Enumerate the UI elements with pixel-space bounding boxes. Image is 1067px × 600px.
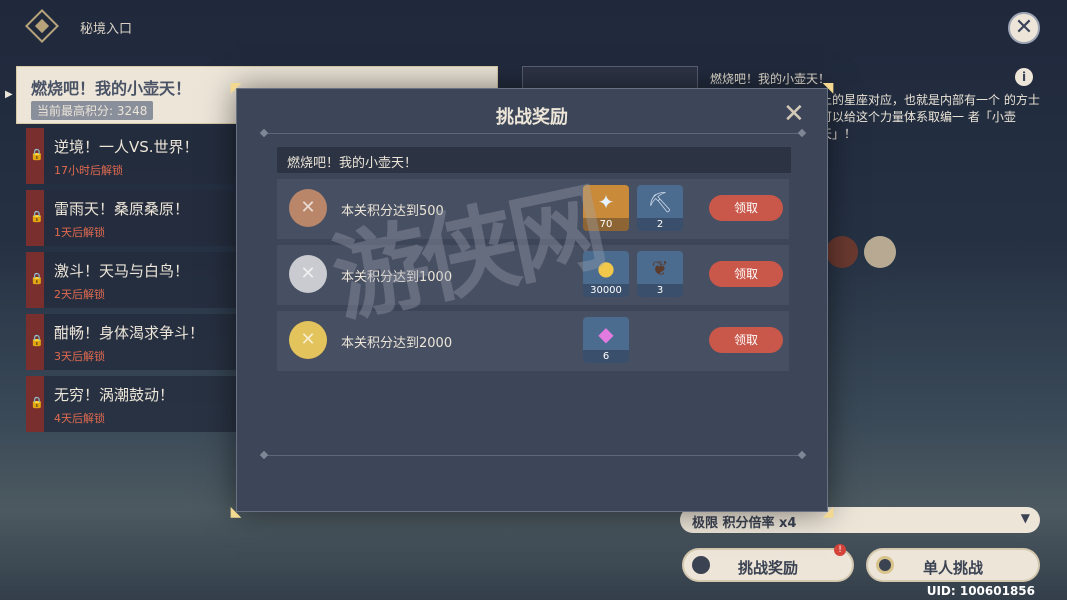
domain-item[interactable]: 🔒 激斗！天马与白鸟！ 2天后解锁 [26, 252, 266, 308]
top-bar: 秘境入口 ✕ [0, 0, 1067, 54]
divider [259, 128, 807, 138]
lock-icon: 🔒 [26, 252, 44, 308]
challenge-rewards-label: 挑战奖励 [737, 559, 798, 577]
unlock-timer: 17小时后解锁 [54, 164, 123, 177]
monster-badge-icon [826, 236, 858, 268]
domain-icon [25, 9, 59, 43]
mora-icon[interactable]: ● 30000 [583, 251, 629, 297]
section-title: 燃烧吧！我的小壶天！ [287, 156, 418, 171]
corner-ornament-icon: ◢ [822, 504, 834, 520]
divider [259, 450, 807, 460]
detail-title: 燃烧吧！我的小壶天！ [710, 72, 831, 86]
detail-description: 上的星座对应，也就是内部有一个 的方士可以给这个力量体系取编一 者「小壶天」！ [820, 93, 1040, 141]
gold-medal-icon [289, 321, 327, 359]
bronze-medal-icon [289, 189, 327, 227]
lock-icon: 🔒 [26, 190, 44, 246]
reward-quantity: 30000 [583, 284, 629, 297]
chevron-down-icon: ▼ [1020, 511, 1030, 525]
monster-badge-icon [864, 236, 896, 268]
corner-ornament-icon: ◥ [822, 80, 834, 96]
lock-icon: 🔒 [26, 128, 44, 184]
domain-name: 激斗！天马与白鸟！ [54, 262, 190, 280]
reward-tier-row: 本关积分达到1000 ● 30000 ❦ 3 领取 [277, 245, 789, 305]
domain-name: 无穷！涡潮鼓动！ [54, 386, 175, 404]
unlock-timer: 1天后解锁 [54, 226, 105, 239]
domain-name: 逆境！一人VS.世界！ [54, 138, 199, 156]
tier-requirement: 本关积分达到500 [341, 204, 444, 219]
tier-requirement: 本关积分达到1000 [341, 270, 453, 285]
mode-label: 极限 积分倍率 x4 [692, 516, 797, 531]
unlock-timer: 3天后解锁 [54, 350, 105, 363]
section-header: 燃烧吧！我的小壶天！ [277, 147, 791, 173]
reward-quantity: 3 [637, 284, 683, 297]
reward-quantity: 6 [583, 350, 629, 363]
branch-icon[interactable]: ❦ 3 [637, 251, 683, 297]
crystal-icon[interactable]: ◆ 6 [583, 317, 629, 363]
domain-item[interactable]: 🔒 无穷！涡潮鼓动！ 4天后解锁 [26, 376, 266, 432]
unlock-timer: 2天后解锁 [54, 288, 105, 301]
corner-ornament-icon: ◤ [230, 80, 242, 96]
lock-icon: 🔒 [26, 376, 44, 432]
selected-indicator-icon: ▶ [5, 89, 13, 100]
claim-button[interactable]: 领取 [709, 195, 783, 221]
claim-button[interactable]: 领取 [709, 261, 783, 287]
claim-button[interactable]: 领取 [709, 327, 783, 353]
corner-ornament-icon: ◣ [230, 504, 242, 520]
domain-item[interactable]: 🔒 雷雨天！桑原桑原！ 1天后解锁 [26, 190, 266, 246]
info-icon[interactable]: i [1015, 68, 1033, 86]
reward-tier-row: 本关积分达到2000 ◆ 6 领取 [277, 311, 789, 371]
domain-name: 燃烧吧！我的小壶天！ [31, 79, 192, 98]
domain-score: 当前最高积分: 3248 [31, 101, 154, 120]
solo-challenge-label: 单人挑战 [922, 559, 983, 577]
domain-item[interactable]: 🔒 逆境！一人VS.世界！ 17小时后解锁 [26, 128, 266, 184]
reward-quantity: 2 [637, 218, 683, 231]
domain-name: 酣畅！身体渴求争斗！ [54, 324, 205, 342]
unlock-timer: 4天后解锁 [54, 412, 105, 425]
reward-tier-row: 本关积分达到500 ✦ 70 ⛏ 2 领取 [277, 179, 789, 239]
lock-icon: 🔒 [26, 314, 44, 370]
close-icon[interactable]: ✕ [1008, 12, 1040, 44]
tier-requirement: 本关积分达到2000 [341, 336, 453, 351]
silver-medal-icon [289, 255, 327, 293]
rewards-modal: ◤ ◥ ◣ ◢ 挑战奖励 ✕ 燃烧吧！我的小壶天！ 本关积分达到500 ✦ 70… [231, 81, 834, 519]
domain-item[interactable]: 🔒 酣畅！身体渴求争斗！ 3天后解锁 [26, 314, 266, 370]
reward-quantity: 70 [583, 218, 629, 231]
modal-title: 挑战奖励 [496, 107, 568, 128]
solo-challenge-button[interactable]: 单人挑战 [866, 548, 1040, 582]
breadcrumb: 秘境入口 [80, 22, 133, 37]
close-icon[interactable]: ✕ [783, 101, 805, 127]
domain-name: 雷雨天！桑原桑原！ [54, 200, 190, 218]
uid-label: UID: 100601856 [926, 584, 1035, 598]
ore-icon[interactable]: ⛏ 2 [637, 185, 683, 231]
challenge-rewards-button[interactable]: 挑战奖励 [682, 548, 854, 582]
notification-badge: ! [834, 544, 846, 556]
primogem-icon[interactable]: ✦ 70 [583, 185, 629, 231]
